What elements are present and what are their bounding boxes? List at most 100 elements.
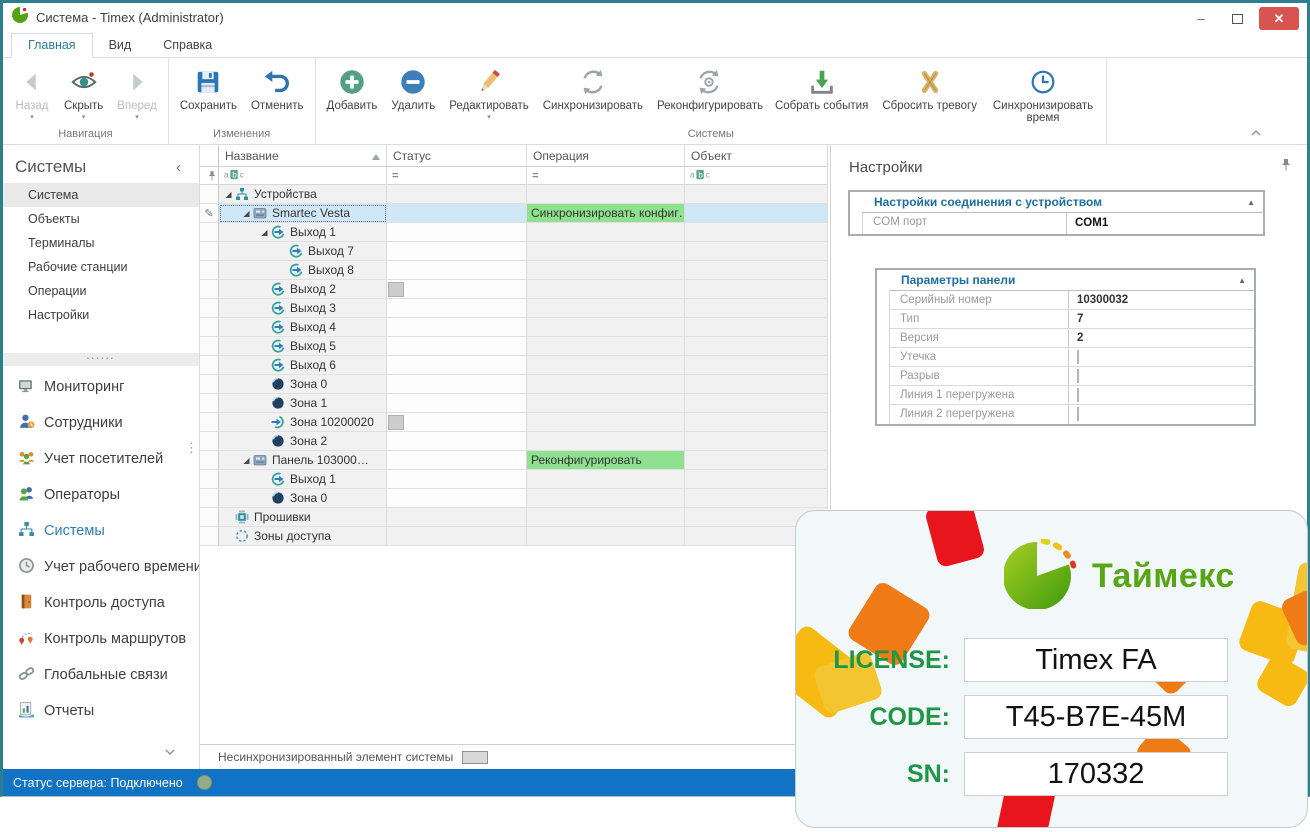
tree-name-cell[interactable]: ◢Выход 1: [219, 223, 387, 242]
property-value[interactable]: COM1: [1066, 213, 1263, 234]
reconfigure-button[interactable]: Реконфигурировать: [650, 65, 768, 114]
tree-name-cell[interactable]: Выход 2: [219, 280, 387, 299]
tree-name-cell[interactable]: Выход 3: [219, 299, 387, 318]
tree-row[interactable]: Выход 3: [200, 299, 828, 318]
tree-row[interactable]: Выход 5: [200, 337, 828, 356]
edit-button[interactable]: Редактировать▾: [442, 65, 535, 122]
tree-name-cell[interactable]: Выход 7: [219, 242, 387, 261]
undo-button[interactable]: Отменить: [244, 65, 311, 114]
sidebar-item-1[interactable]: Объекты: [3, 207, 199, 231]
tree-name-cell[interactable]: Выход 8: [219, 261, 387, 280]
expander-icon[interactable]: ◢: [241, 456, 252, 465]
property-value[interactable]: [1068, 367, 1254, 385]
filter-cell-2[interactable]: =: [527, 167, 685, 185]
sidebar-item-5[interactable]: Настройки: [3, 303, 199, 327]
tree-row[interactable]: Выход 6: [200, 356, 828, 375]
sidebar-item-3[interactable]: Рабочие станции: [3, 255, 199, 279]
maximize-button[interactable]: [1223, 9, 1251, 29]
nav-item-visitors[interactable]: Учет посетителей: [3, 441, 199, 477]
sidebar-item-0[interactable]: Система: [3, 183, 199, 207]
nav-item-employees[interactable]: Сотрудники: [3, 405, 199, 441]
minimize-button[interactable]: –: [1187, 9, 1215, 29]
nav-item-systems[interactable]: Системы: [3, 513, 199, 549]
tree-name-cell[interactable]: Зона 2: [219, 432, 387, 451]
add-button[interactable]: Добавить: [320, 65, 385, 114]
nav-item-monitoring[interactable]: Мониторинг: [3, 369, 199, 405]
column-header-1[interactable]: Статус: [387, 145, 527, 167]
column-header-3[interactable]: Объект: [685, 145, 828, 167]
property-value[interactable]: [1068, 386, 1254, 404]
pin-icon[interactable]: [1281, 158, 1291, 176]
collect-events-button[interactable]: Собрать события: [768, 65, 875, 114]
tree-row[interactable]: Выход 8: [200, 261, 828, 280]
forward-button[interactable]: Вперед▾: [110, 65, 164, 122]
tree-row[interactable]: Зона 0: [200, 375, 828, 394]
tree-name-cell[interactable]: Зона 10200020: [219, 413, 387, 432]
checkbox[interactable]: [1077, 369, 1079, 383]
column-header-2[interactable]: Операция: [527, 145, 685, 167]
tree-row[interactable]: ◢Панель 103000…Реконфигурировать: [200, 451, 828, 470]
tree-name-cell[interactable]: Прошивки: [219, 508, 387, 527]
tree-row[interactable]: Выход 2: [200, 280, 828, 299]
tree-row[interactable]: Выход 4: [200, 318, 828, 337]
tree-name-cell[interactable]: Выход 6: [219, 356, 387, 375]
filter-pin-icon[interactable]: [200, 167, 219, 185]
tree-row[interactable]: Прошивки: [200, 508, 828, 527]
tree-row[interactable]: ◢Выход 1: [200, 223, 828, 242]
sidebar-splitter-handle[interactable]: ......: [3, 353, 199, 366]
nav-item-access[interactable]: Контроль доступа: [3, 585, 199, 621]
close-button[interactable]: ✕: [1259, 7, 1299, 30]
tree-name-cell[interactable]: Выход 5: [219, 337, 387, 356]
sidebar-collapse-icon[interactable]: ‹: [176, 159, 189, 176]
property-value[interactable]: [1068, 348, 1254, 366]
expander-icon[interactable]: ◢: [259, 228, 270, 237]
tree-row[interactable]: Зона 1: [200, 394, 828, 413]
filter-cell-0[interactable]: abc: [219, 167, 387, 185]
tree-name-cell[interactable]: ◢Устройства: [219, 185, 387, 204]
tree-row[interactable]: Зона 0: [200, 489, 828, 508]
checkbox[interactable]: [1077, 388, 1079, 402]
checkbox[interactable]: [1077, 407, 1079, 421]
tree-name-cell[interactable]: Выход 4: [219, 318, 387, 337]
tree-name-cell[interactable]: Зона 0: [219, 489, 387, 508]
sync-button[interactable]: Синхронизировать: [536, 65, 650, 114]
tab-help[interactable]: Справка: [147, 34, 228, 57]
property-value[interactable]: 10300032: [1068, 291, 1254, 309]
sidebar-item-2[interactable]: Терминалы: [3, 231, 199, 255]
tree-row[interactable]: Зона 2: [200, 432, 828, 451]
tree-name-cell[interactable]: Зона 0: [219, 375, 387, 394]
tree-row[interactable]: ◢Устройства: [200, 185, 828, 204]
column-header-0[interactable]: Название: [219, 145, 387, 167]
property-value[interactable]: [1068, 405, 1254, 424]
tree-row[interactable]: Зоны доступа: [200, 527, 828, 546]
remove-button[interactable]: Удалить: [384, 65, 442, 114]
reset-alarm-button[interactable]: Сбросить тревогу: [875, 65, 984, 114]
expander-icon[interactable]: ◢: [241, 209, 252, 218]
sidebar-overflow-chevron-icon[interactable]: [165, 742, 175, 760]
settings-group-header[interactable]: Параметры панели▲: [877, 270, 1254, 290]
nav-item-operators[interactable]: Операторы: [3, 477, 199, 513]
tab-home[interactable]: Главная: [11, 33, 93, 58]
tree-name-cell[interactable]: Зона 1: [219, 394, 387, 413]
filter-cell-3[interactable]: abc: [685, 167, 828, 185]
tree-name-cell[interactable]: ◢Панель 103000…: [219, 451, 387, 470]
tree-row[interactable]: ✎◢Smartec VestaСинхронизировать конфиг…: [200, 204, 828, 223]
tree-name-cell[interactable]: ◢Smartec Vesta: [219, 204, 387, 223]
nav-item-reports[interactable]: Отчеты: [3, 693, 199, 729]
sidebar-item-4[interactable]: Операции: [3, 279, 199, 303]
eye-button[interactable]: Скрыть▾: [57, 65, 110, 122]
property-value[interactable]: 7: [1068, 310, 1254, 328]
settings-group-header[interactable]: Настройки соединения с устройством▲: [850, 192, 1263, 212]
sidebar-resize-handle[interactable]: ⋮: [185, 445, 198, 451]
save-button[interactable]: Сохранить: [173, 65, 244, 114]
tree-row[interactable]: Зона 10200020: [200, 413, 828, 432]
tree-row[interactable]: Выход 7: [200, 242, 828, 261]
tree-name-cell[interactable]: Зоны доступа: [219, 527, 387, 546]
sync-time-button[interactable]: Синхронизировать время: [984, 65, 1102, 126]
ribbon-collapse-chevron-icon[interactable]: [1251, 123, 1261, 141]
nav-item-routes[interactable]: Контроль маршрутов: [3, 621, 199, 657]
back-button[interactable]: Назад▾: [7, 65, 57, 122]
tree-row[interactable]: Выход 1: [200, 470, 828, 489]
checkbox[interactable]: [1077, 350, 1079, 364]
filter-cell-1[interactable]: =: [387, 167, 527, 185]
